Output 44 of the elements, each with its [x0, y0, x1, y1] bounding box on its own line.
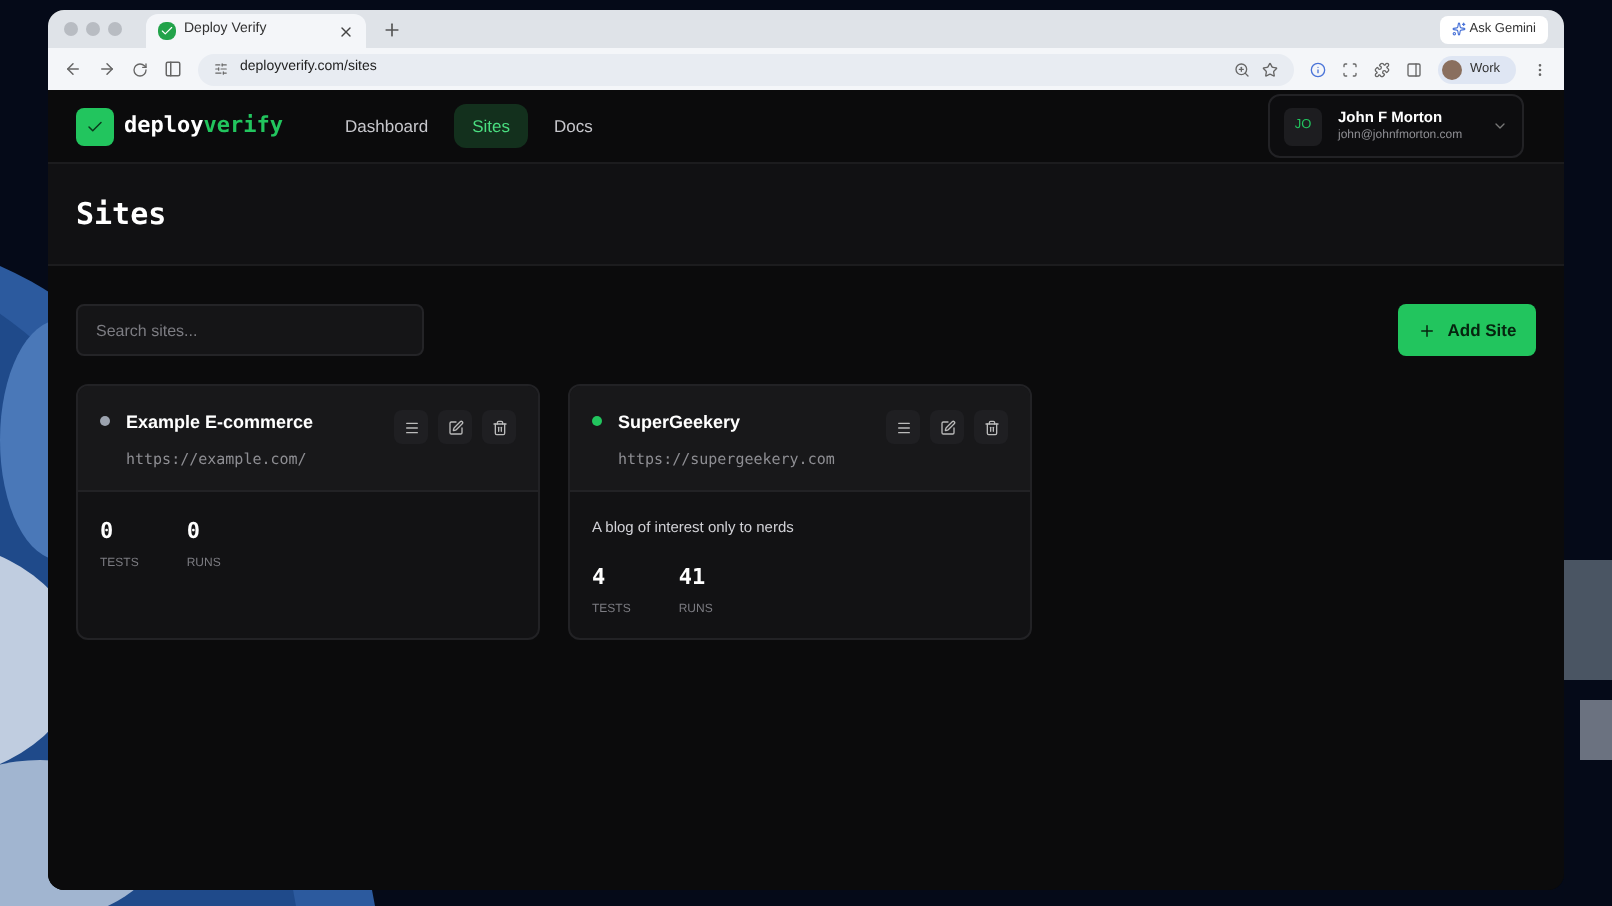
trash-icon: [983, 419, 999, 435]
stat-value: 0: [100, 516, 116, 548]
avatar-icon: [1441, 59, 1462, 79]
delete-button[interactable]: [974, 410, 1008, 444]
edit-icon: [939, 419, 955, 435]
forward-icon[interactable]: [98, 60, 116, 78]
screenshot-icon[interactable]: [1341, 61, 1358, 77]
extensions-icon[interactable]: [1373, 61, 1390, 77]
logo-icon: [76, 107, 114, 145]
info-icon[interactable]: [1309, 61, 1326, 77]
page-title: Sites: [76, 193, 167, 236]
search-field[interactable]: Search sites...: [76, 304, 424, 356]
edit-button[interactable]: [930, 410, 964, 444]
tab-favicon: [158, 22, 176, 40]
nav-link[interactable]: Dashboard: [327, 104, 447, 148]
new-tab-icon[interactable]: [382, 19, 402, 39]
back-icon[interactable]: [64, 60, 82, 78]
menu-icon: [403, 419, 419, 435]
logo-text[interactable]: deployverify: [124, 109, 283, 143]
add-site-button[interactable]: Add Site: [1398, 304, 1536, 356]
site-name: SuperGeekery: [618, 410, 743, 436]
edit-button[interactable]: [438, 410, 472, 444]
plus-icon: [1417, 321, 1436, 339]
stat-value: 0: [186, 516, 202, 548]
menu-button[interactable]: [394, 410, 428, 444]
sparkle-icon: [1451, 22, 1466, 36]
nav-link[interactable]: Sites: [454, 104, 528, 148]
close-tab-icon[interactable]: [338, 23, 354, 39]
reload-icon[interactable]: [132, 61, 148, 77]
reading-panel-icon[interactable]: [1405, 61, 1422, 77]
side-panel-icon[interactable]: [164, 60, 182, 78]
chevron-down-icon: [1492, 118, 1508, 134]
menu-button[interactable]: [886, 410, 920, 444]
site-name: Example E-commerce: [126, 410, 316, 436]
menu-icon: [895, 419, 911, 435]
delete-button[interactable]: [482, 410, 516, 444]
trash-icon: [491, 419, 507, 435]
nav-link[interactable]: Docs: [536, 104, 611, 148]
site-info-icon[interactable]: [214, 62, 228, 76]
edit-icon: [447, 419, 463, 435]
stat-value: 4: [592, 562, 608, 595]
bookmark-star-icon[interactable]: [1261, 61, 1278, 77]
zoom-icon[interactable]: [1233, 61, 1250, 77]
stat-value: 41: [678, 562, 708, 595]
